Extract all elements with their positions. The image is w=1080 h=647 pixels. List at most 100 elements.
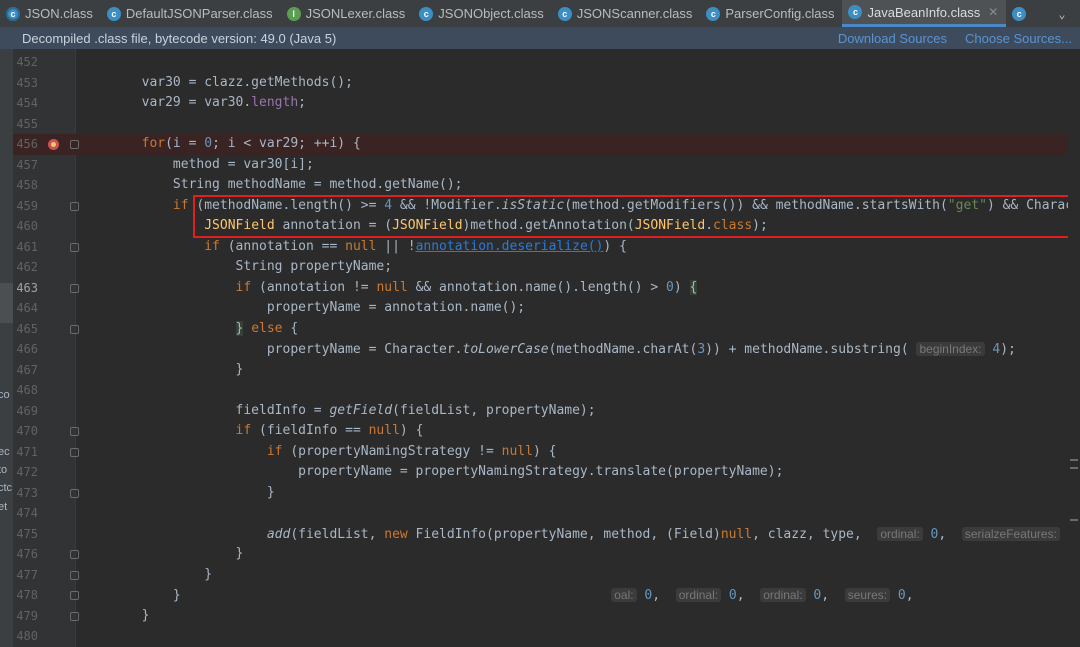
tab-label: JSONScanner.class xyxy=(576,6,693,21)
fold-icon[interactable] xyxy=(70,324,79,334)
parameter-hint: ordinal: xyxy=(760,588,806,602)
fold-icon[interactable] xyxy=(70,427,79,436)
parameter-hint: ordinal: xyxy=(877,526,923,541)
tab-default-json-parser[interactable]: c DefaultJSONParser.class xyxy=(101,0,281,27)
tab-json-scanner[interactable]: c JSONScanner.class xyxy=(552,0,701,27)
tab-parser-config[interactable]: c ParserConfig.class xyxy=(700,0,842,27)
line-number: 476 xyxy=(16,547,38,561)
breakpoint-icon[interactable] xyxy=(48,139,59,150)
line-number: 464 xyxy=(16,301,38,315)
choose-sources-link[interactable]: Choose Sources... xyxy=(965,31,1072,46)
line-number: 479 xyxy=(16,608,38,623)
line-number: 471 xyxy=(16,444,38,459)
code-line: 464 propertyName = annotation.name(); xyxy=(13,298,1080,319)
project-panel-edge: co ec to ctc et xyxy=(0,49,13,647)
line-number: 465 xyxy=(16,321,38,336)
tab-json-object[interactable]: c JSONObject.class xyxy=(413,0,551,27)
fold-icon[interactable] xyxy=(70,201,79,211)
editor-scrollbar[interactable] xyxy=(1068,49,1080,647)
line-code: if (methodName.length() >= 4 && !Modifie… xyxy=(172,197,1080,213)
line-number: 463 xyxy=(16,280,38,295)
tab-label: JSONLexer.class xyxy=(305,6,406,21)
code-line-current: 463 if (annotation != null && annotation… xyxy=(13,278,1080,299)
fold-icon[interactable] xyxy=(70,140,79,149)
fold-icon[interactable] xyxy=(70,591,79,600)
scroll-marker xyxy=(1070,467,1078,469)
line-code: } else { xyxy=(235,320,299,336)
line-number: 474 xyxy=(16,506,38,520)
code-line: 455 xyxy=(13,114,1080,135)
code-editor[interactable]: 452 453 var30 = clazz.getMethods(); 454 … xyxy=(13,49,1080,647)
line-number: 467 xyxy=(16,362,38,377)
code-line: 478 } oal: 0, ordinal: 0, ordinal: 0, se… xyxy=(13,585,1080,606)
fold-icon[interactable] xyxy=(70,242,79,252)
code-line: 454 var29 = var30.length; xyxy=(13,93,1080,114)
code-line: 472 propertyName = propertyNamingStrateg… xyxy=(13,462,1080,483)
code-line: 461 if (annotation == null || !annotatio… xyxy=(13,237,1080,258)
code-line: 480 xyxy=(13,626,1080,647)
line-number: 458 xyxy=(16,178,38,192)
line-code: } xyxy=(79,361,244,377)
code-line: 471 if (propertyNamingStrategy != null) … xyxy=(13,442,1080,463)
code-line: 452 xyxy=(13,52,1080,73)
fold-icon[interactable] xyxy=(70,550,79,559)
code-line: 460 JSONField annotation = (JSONField)me… xyxy=(13,216,1080,237)
parameter-hint: serialzeFeatures: xyxy=(961,526,1060,541)
line-code: if (annotation == null || !annotation.de… xyxy=(204,238,627,254)
panel-text-fragment: to xyxy=(0,464,8,476)
code-line: 473 } xyxy=(13,483,1080,504)
fold-icon[interactable] xyxy=(70,447,79,457)
tab-java-bean-info[interactable]: c JavaBeanInfo.class ✕ xyxy=(842,0,1007,27)
line-number: 472 xyxy=(16,465,38,479)
fold-icon[interactable] xyxy=(70,611,79,621)
tab-overflow-partial[interactable]: c xyxy=(1006,0,1039,27)
line-code: for(i = 0; i < var29; ++i) { xyxy=(141,136,361,151)
line-number: 460 xyxy=(16,219,38,233)
line-code: if (propertyNamingStrategy != null) { xyxy=(266,443,557,459)
line-code: var29 = var30.length; xyxy=(79,95,306,110)
tab-json[interactable]: c JSON.class xyxy=(0,0,101,27)
close-icon[interactable]: ✕ xyxy=(988,5,998,19)
line-number: 478 xyxy=(16,588,38,602)
class-icon: c xyxy=(1012,6,1027,21)
code-line: 459 if (methodName.length() >= 4 && !Mod… xyxy=(13,196,1080,217)
fold-icon[interactable] xyxy=(70,283,79,293)
line-number: 452 xyxy=(16,55,38,69)
line-number: 473 xyxy=(16,485,38,500)
tab-json-lexer[interactable]: I JSONLexer.class xyxy=(281,0,414,27)
line-code: String propertyName; xyxy=(79,259,393,274)
line-number: 456 xyxy=(16,137,38,151)
code-line: 462 String propertyName; xyxy=(13,257,1080,278)
tab-list-chevron-icon[interactable]: ⌄ xyxy=(1044,0,1080,27)
selected-row xyxy=(0,303,13,323)
code-line: 470 if (fieldInfo == null) { xyxy=(13,421,1080,442)
line-code: propertyName = Character.toLowerCase(met… xyxy=(79,342,1016,357)
class-icon: c xyxy=(848,5,863,19)
code-line: 476 } xyxy=(13,544,1080,565)
line-number: 457 xyxy=(16,157,38,172)
line-code: String methodName = method.getName(); xyxy=(79,177,463,192)
selected-row xyxy=(0,283,13,303)
parameter-hint: seures: xyxy=(844,588,891,602)
class-icon: c xyxy=(706,6,721,21)
line-number: 462 xyxy=(16,260,38,274)
code-line: 479 } xyxy=(13,606,1080,627)
code-line: 474 xyxy=(13,503,1080,524)
line-number: 461 xyxy=(16,239,38,254)
scroll-marker xyxy=(1070,459,1078,461)
line-number: 459 xyxy=(16,198,38,213)
fold-icon[interactable] xyxy=(70,570,79,580)
code-line: 468 xyxy=(13,380,1080,401)
line-code: if (fieldInfo == null) { xyxy=(235,423,424,438)
fold-icon[interactable] xyxy=(70,488,79,498)
decompiled-notice-text: Decompiled .class file, bytecode version… xyxy=(22,30,337,46)
line-code: propertyName = propertyNamingStrategy.tr… xyxy=(79,464,784,479)
code-line: 466 propertyName = Character.toLowerCase… xyxy=(13,339,1080,360)
class-icon: c xyxy=(106,6,121,21)
tab-label: JSONObject.class xyxy=(438,6,544,21)
line-number: 480 xyxy=(16,629,38,643)
line-number: 455 xyxy=(16,116,38,131)
download-sources-link[interactable]: Download Sources xyxy=(838,31,947,46)
interface-icon: I xyxy=(286,6,301,21)
tab-label: JavaBeanInfo.class xyxy=(867,4,981,20)
